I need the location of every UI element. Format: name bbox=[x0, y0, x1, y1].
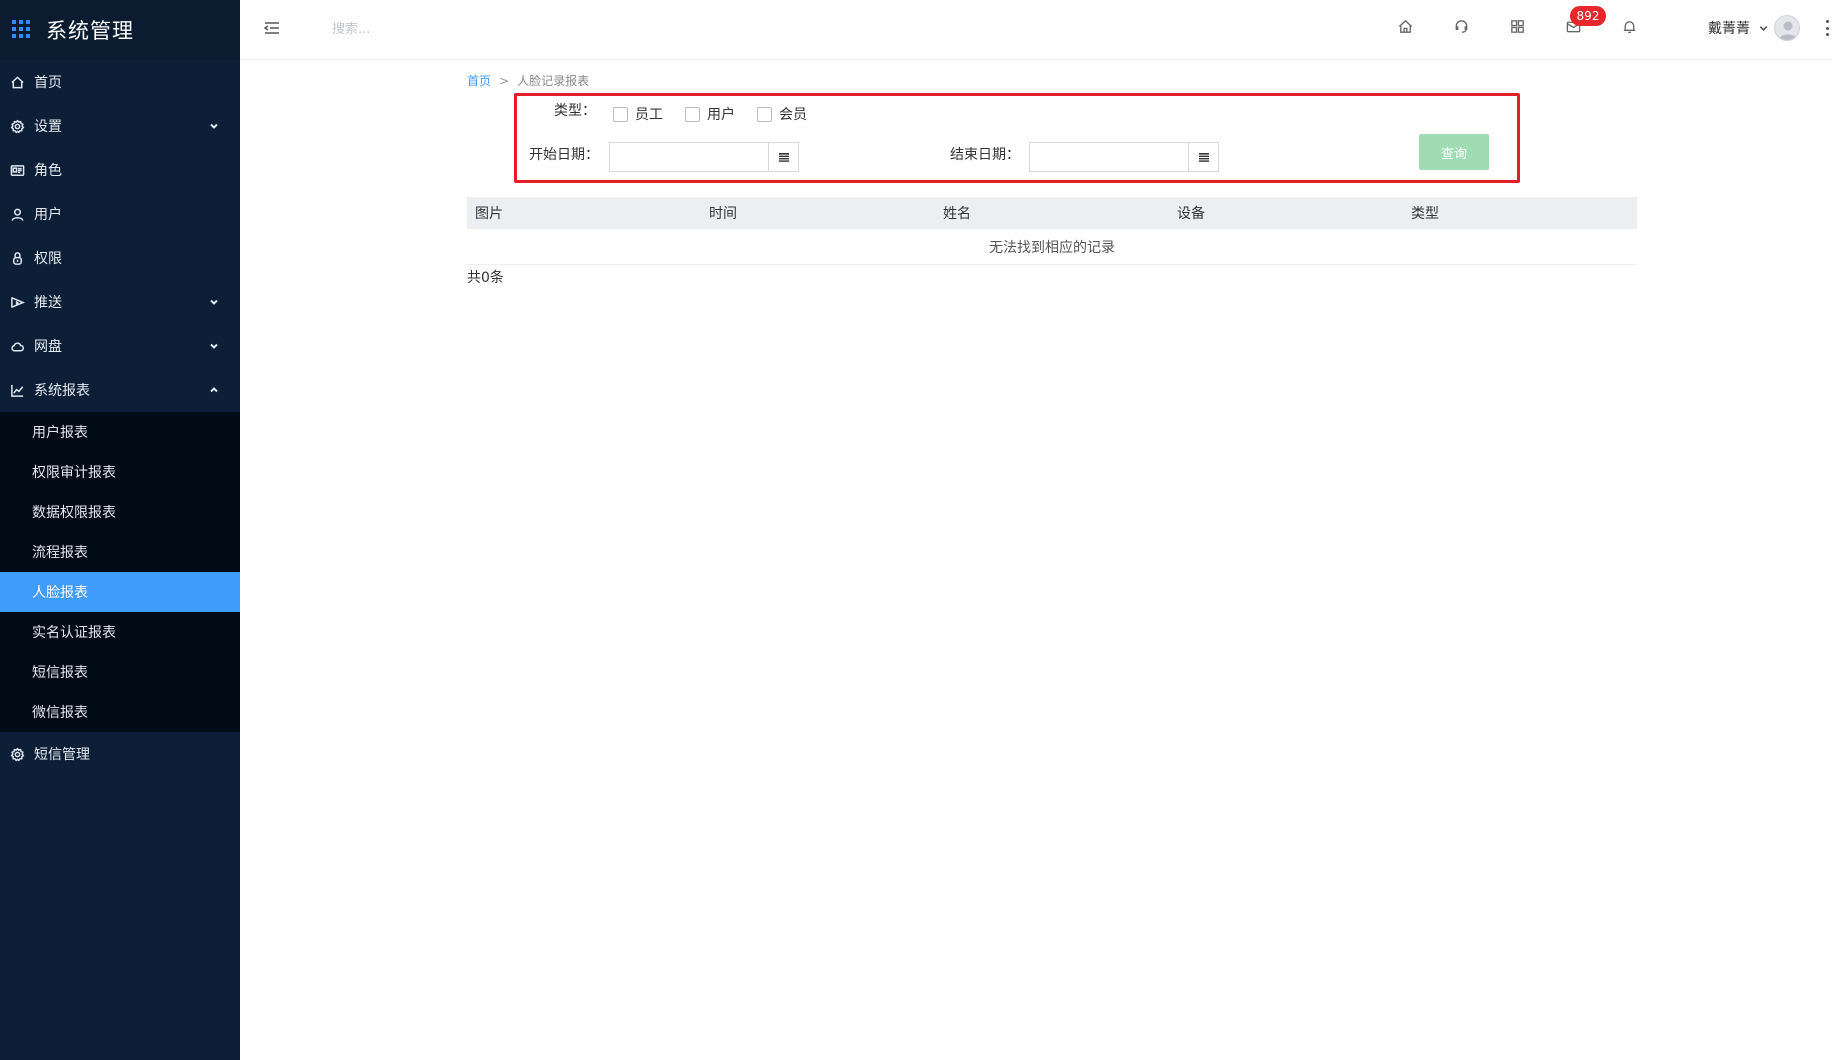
chevron-down-icon[interactable] bbox=[1758, 20, 1770, 32]
chevron-down-icon bbox=[208, 120, 220, 132]
sidebar-item-roles[interactable]: 角色 bbox=[0, 148, 240, 192]
calendar-icon[interactable] bbox=[768, 143, 798, 171]
sidebar-item-label: 角色 bbox=[34, 163, 62, 179]
sidebar-item-sms-management[interactable]: 短信管理 bbox=[0, 732, 240, 776]
sidebar-subitem-wechat-report[interactable]: 微信报表 bbox=[0, 692, 240, 732]
sidebar-item-label: 首页 bbox=[34, 75, 62, 91]
brand-title: 系统管理 bbox=[46, 19, 134, 43]
chevron-down-icon bbox=[208, 296, 220, 308]
breadcrumb-current: 人脸记录报表 bbox=[517, 74, 590, 88]
column-header-name[interactable]: 姓名 bbox=[935, 203, 1169, 223]
brand: 系统管理 bbox=[0, 0, 240, 60]
face-record-table: 图片 时间 姓名 设备 类型 无法找到相应的记录 bbox=[467, 197, 1637, 265]
sidebar-item-label: 系统报表 bbox=[34, 383, 90, 399]
table-empty-message: 无法找到相应的记录 bbox=[467, 229, 1637, 265]
sidebar-subitem-realname-report[interactable]: 实名认证报表 bbox=[0, 612, 240, 652]
sidebar-menu-bottom: 短信管理 bbox=[0, 732, 240, 776]
checkbox[interactable] bbox=[613, 106, 628, 122]
start-date-input[interactable] bbox=[610, 143, 770, 171]
column-header-type[interactable]: 类型 bbox=[1403, 203, 1637, 223]
home-icon[interactable] bbox=[1397, 18, 1415, 36]
total-count: 共0条 bbox=[467, 270, 504, 286]
sidebar-item-push[interactable]: 推送 bbox=[0, 280, 240, 324]
checkbox[interactable] bbox=[685, 106, 700, 122]
headset-icon[interactable] bbox=[1453, 18, 1471, 36]
type-checkbox-member[interactable]: 会员 bbox=[757, 104, 807, 124]
end-date-field bbox=[1029, 142, 1219, 172]
sidebar-item-label: 推送 bbox=[34, 295, 62, 311]
sidebar-item-users[interactable]: 用户 bbox=[0, 192, 240, 236]
type-checkbox-employee[interactable]: 员工 bbox=[613, 104, 663, 124]
breadcrumb-home-link[interactable]: 首页 bbox=[467, 74, 491, 88]
gear-icon bbox=[9, 746, 25, 762]
checkbox-label: 会员 bbox=[779, 107, 807, 123]
chart-icon bbox=[9, 382, 25, 398]
send-icon bbox=[9, 294, 25, 310]
sidebar-item-label: 设置 bbox=[34, 119, 62, 135]
cloud-icon bbox=[9, 338, 25, 354]
column-header-time[interactable]: 时间 bbox=[701, 203, 935, 223]
type-label: 类型： bbox=[554, 103, 596, 119]
system-reports-submenu: 用户报表 权限审计报表 数据权限报表 流程报表 人脸报表 实名认证报表 短信报表… bbox=[0, 412, 240, 732]
sidebar-item-label: 短信管理 bbox=[34, 747, 90, 763]
filter-panel: 类型： 员工 用户 会员 开始日期： 结束日期： 查询 bbox=[514, 93, 1520, 183]
more-vertical-icon[interactable] bbox=[1826, 20, 1830, 36]
checkbox-label: 员工 bbox=[635, 107, 663, 123]
type-checkbox-user[interactable]: 用户 bbox=[685, 104, 735, 124]
start-date-field bbox=[609, 142, 799, 172]
user-name[interactable]: 戴菁菁 bbox=[1708, 18, 1750, 38]
sidebar-subitem-sms-report[interactable]: 短信报表 bbox=[0, 652, 240, 692]
end-date-label: 结束日期： bbox=[950, 147, 1020, 163]
column-header-image[interactable]: 图片 bbox=[467, 203, 701, 223]
apps-icon[interactable] bbox=[1509, 18, 1527, 36]
chevron-up-icon bbox=[208, 384, 220, 396]
grid-icon[interactable] bbox=[12, 20, 32, 40]
breadcrumb-separator: > bbox=[499, 74, 510, 88]
sidebar-item-permissions[interactable]: 权限 bbox=[0, 236, 240, 280]
sidebar: 系统管理 首页 设置 角色 用户 权限 推送 网盘 系统报表 用户报表 权限审计… bbox=[0, 0, 240, 1060]
search-input[interactable] bbox=[332, 18, 532, 40]
chevron-down-icon bbox=[208, 340, 220, 352]
avatar[interactable] bbox=[1774, 15, 1800, 41]
sidebar-item-cloud-drive[interactable]: 网盘 bbox=[0, 324, 240, 368]
checkbox[interactable] bbox=[757, 106, 772, 122]
top-header: 892 戴菁菁 bbox=[240, 0, 1832, 60]
sidebar-subitem-process-report[interactable]: 流程报表 bbox=[0, 532, 240, 572]
sidebar-subitem-user-report[interactable]: 用户报表 bbox=[0, 412, 240, 452]
sidebar-item-settings[interactable]: 设置 bbox=[0, 104, 240, 148]
query-button[interactable]: 查询 bbox=[1419, 134, 1489, 170]
sidebar-item-home[interactable]: 首页 bbox=[0, 60, 240, 104]
sidebar-item-system-reports[interactable]: 系统报表 bbox=[0, 368, 240, 412]
sidebar-item-label: 用户 bbox=[34, 207, 62, 223]
sidebar-subitem-data-permission-report[interactable]: 数据权限报表 bbox=[0, 492, 240, 532]
user-icon bbox=[9, 206, 25, 222]
lock-icon bbox=[9, 250, 25, 266]
table-header: 图片 时间 姓名 设备 类型 bbox=[467, 197, 1637, 229]
gear-icon bbox=[9, 118, 25, 134]
mail-count-badge: 892 bbox=[1570, 6, 1606, 26]
sidebar-subitem-permission-audit-report[interactable]: 权限审计报表 bbox=[0, 452, 240, 492]
home-icon bbox=[9, 74, 25, 90]
sidebar-item-label: 权限 bbox=[34, 251, 62, 267]
end-date-input[interactable] bbox=[1030, 143, 1190, 171]
calendar-icon[interactable] bbox=[1188, 143, 1218, 171]
sidebar-menu: 首页 设置 角色 用户 权限 推送 网盘 系统报表 bbox=[0, 60, 240, 412]
breadcrumb: 首页 > 人脸记录报表 bbox=[467, 72, 589, 89]
checkbox-label: 用户 bbox=[707, 107, 735, 123]
column-header-device[interactable]: 设备 bbox=[1169, 203, 1403, 223]
bell-icon[interactable] bbox=[1621, 18, 1639, 36]
sidebar-subitem-face-report[interactable]: 人脸报表 bbox=[0, 572, 240, 612]
menu-toggle-icon[interactable] bbox=[262, 18, 282, 38]
id-card-icon bbox=[9, 162, 25, 178]
sidebar-item-label: 网盘 bbox=[34, 339, 62, 355]
start-date-label: 开始日期： bbox=[529, 147, 599, 163]
